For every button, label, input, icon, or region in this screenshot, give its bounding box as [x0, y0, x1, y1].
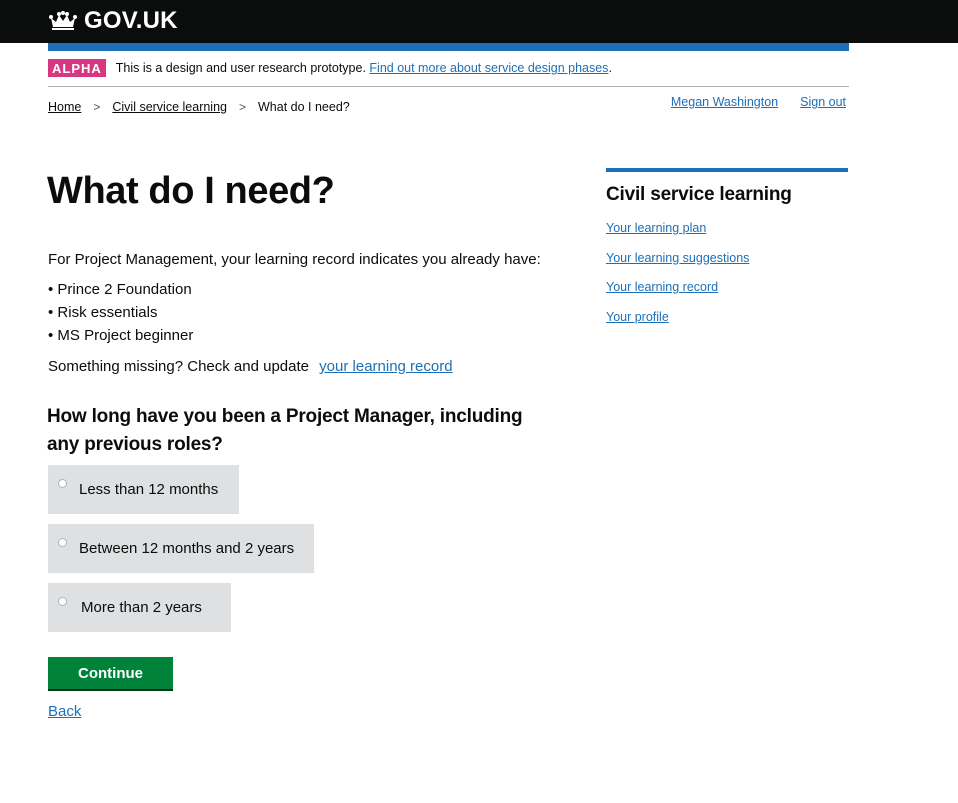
sidebar-item: Your profile: [606, 309, 848, 325]
sidebar-item: Your learning suggestions: [606, 250, 848, 266]
site-header: GOV.UK: [0, 0, 958, 43]
breadcrumb-home[interactable]: Home: [48, 99, 81, 115]
question-heading: How long have you been a Project Manager…: [47, 406, 523, 455]
radio-button[interactable]: [58, 479, 67, 488]
radio-label: More than 2 years: [81, 598, 202, 616]
continue-button[interactable]: Continue: [48, 657, 173, 691]
account-links: Megan Washington Sign out: [649, 95, 846, 109]
header-blue-bar: [48, 43, 849, 51]
phase-link[interactable]: Find out more about service design phase…: [369, 61, 608, 75]
radio-option-12-months-to-2-years[interactable]: Between 12 months and 2 years: [48, 524, 314, 573]
crown-icon: [49, 11, 77, 30]
intro-text: For Project Management, your learning re…: [48, 251, 541, 268]
radio-button[interactable]: [58, 538, 67, 547]
radio-button[interactable]: [58, 597, 67, 606]
sidebar-title: Civil service learning: [606, 184, 792, 205]
breadcrumb-civil-service-learning[interactable]: Civil service learning: [112, 99, 227, 115]
radio-label: Between 12 months and 2 years: [79, 539, 295, 557]
phase-banner: ALPHA This is a design and user research…: [48, 59, 849, 87]
list-item: • MS Project beginner: [48, 327, 194, 344]
missing-text: Something missing? Check and update your…: [48, 358, 453, 376]
sidebar-item: Your learning record: [606, 279, 848, 295]
radio-option-more-than-2-years[interactable]: More than 2 years: [48, 583, 231, 632]
sign-out-link[interactable]: Sign out: [800, 95, 846, 109]
phase-text: This is a design and user research proto…: [116, 59, 612, 78]
radio-label: Less than 12 months: [79, 480, 219, 498]
phase-suffix: .: [608, 61, 612, 75]
page-title: What do I need?: [47, 170, 335, 212]
phase-tag: ALPHA: [48, 59, 106, 77]
sidebar-links: Your learning plan Your learning suggest…: [606, 220, 848, 325]
user-name-link[interactable]: Megan Washington: [671, 95, 778, 109]
sidebar-item: Your learning plan: [606, 220, 848, 236]
sidebar-link-learning-record[interactable]: Your learning record: [606, 280, 718, 294]
radio-option-less-than-12-months[interactable]: Less than 12 months: [48, 465, 239, 514]
phase-message: This is a design and user research proto…: [115, 61, 366, 75]
existing-learning-list: • Prince 2 Foundation • Risk essentials …: [48, 278, 193, 347]
breadcrumb: Home > Civil service learning > What do …: [48, 99, 350, 115]
back-link[interactable]: Back: [48, 703, 81, 720]
breadcrumb-current: What do I need?: [258, 100, 350, 114]
learning-record-link[interactable]: your learning record: [319, 358, 452, 375]
missing-prompt: Something missing? Check and update: [48, 358, 309, 375]
sidebar-link-profile[interactable]: Your profile: [606, 310, 669, 324]
related-sidebar: Civil service learning Your learning pla…: [606, 168, 848, 338]
sidebar-link-learning-plan[interactable]: Your learning plan: [606, 221, 706, 235]
sidebar-link-learning-suggestions[interactable]: Your learning suggestions: [606, 251, 749, 265]
govuk-logo-link[interactable]: GOV.UK: [48, 8, 178, 34]
list-item: • Risk essentials: [48, 304, 158, 321]
breadcrumb-separator-icon: >: [238, 100, 246, 114]
list-item: • Prince 2 Foundation: [48, 281, 192, 298]
breadcrumb-separator-icon: >: [93, 100, 101, 114]
logo-text: GOV.UK: [84, 7, 178, 34]
